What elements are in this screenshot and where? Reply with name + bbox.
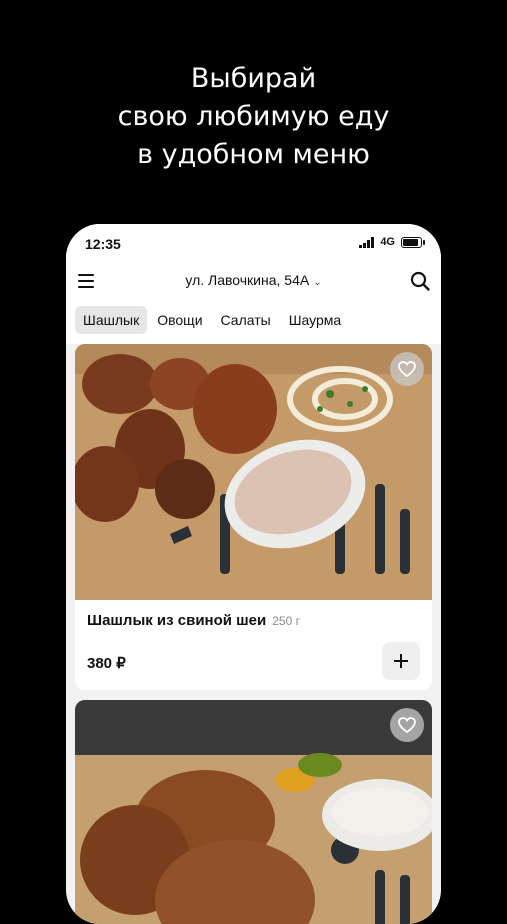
- search-icon[interactable]: [409, 270, 431, 292]
- tab-shaurma[interactable]: Шаурма: [281, 306, 350, 334]
- network-type: 4G: [380, 236, 395, 248]
- category-tabs: Шашлык Овощи Салаты Шаурма: [75, 306, 349, 334]
- tab-salaty[interactable]: Салаты: [213, 306, 279, 334]
- add-to-cart-button[interactable]: [382, 642, 420, 680]
- promo-line-2: свою любимую еду: [117, 101, 390, 132]
- product-card[interactable]: [75, 700, 432, 924]
- tab-shashlyk[interactable]: Шашлык: [75, 306, 148, 334]
- chevron-down-icon: ⌄: [313, 277, 322, 288]
- promo-line-1: Выбирай: [190, 63, 317, 94]
- promo-heading: Выбирай свою любимую еду в удобном меню: [0, 60, 507, 174]
- app-header: ул. Лавочкина, 54А ⌄: [76, 270, 431, 292]
- heart-icon[interactable]: [390, 352, 424, 386]
- battery-icon: [401, 236, 425, 248]
- status-time: 12:35: [85, 236, 121, 252]
- plus-icon: [394, 654, 408, 668]
- product-photo[interactable]: [75, 344, 432, 600]
- hamburger-menu-icon[interactable]: [76, 270, 98, 292]
- phone-mockup: 12:35 4G ул. Лавочкина, 54А ⌄ Шашлык Ово…: [66, 224, 441, 924]
- product-photo[interactable]: [75, 700, 432, 924]
- address-selector[interactable]: ул. Лавочкина, 54А ⌄: [185, 272, 321, 288]
- status-indicators: 4G: [359, 236, 425, 248]
- heart-icon[interactable]: [390, 708, 424, 742]
- product-weight: 250 г: [272, 614, 300, 628]
- signal-icon: [359, 236, 375, 248]
- product-price: 380 ₽: [87, 655, 126, 672]
- tab-ovoshchi[interactable]: Овощи: [149, 306, 210, 334]
- promo-line-3: в удобном меню: [137, 139, 370, 170]
- address-label: ул. Лавочкина, 54А: [185, 272, 310, 288]
- product-name-row: Шашлык из свиной шеи 250 г: [87, 612, 420, 629]
- product-card[interactable]: Шашлык из свиной шеи 250 г 380 ₽: [75, 344, 432, 690]
- product-name: Шашлык из свиной шеи: [87, 612, 267, 629]
- app-top-bar: 12:35 4G ул. Лавочкина, 54А ⌄ Шашлык Ово…: [66, 224, 441, 344]
- status-bar: 12:35 4G: [85, 236, 425, 254]
